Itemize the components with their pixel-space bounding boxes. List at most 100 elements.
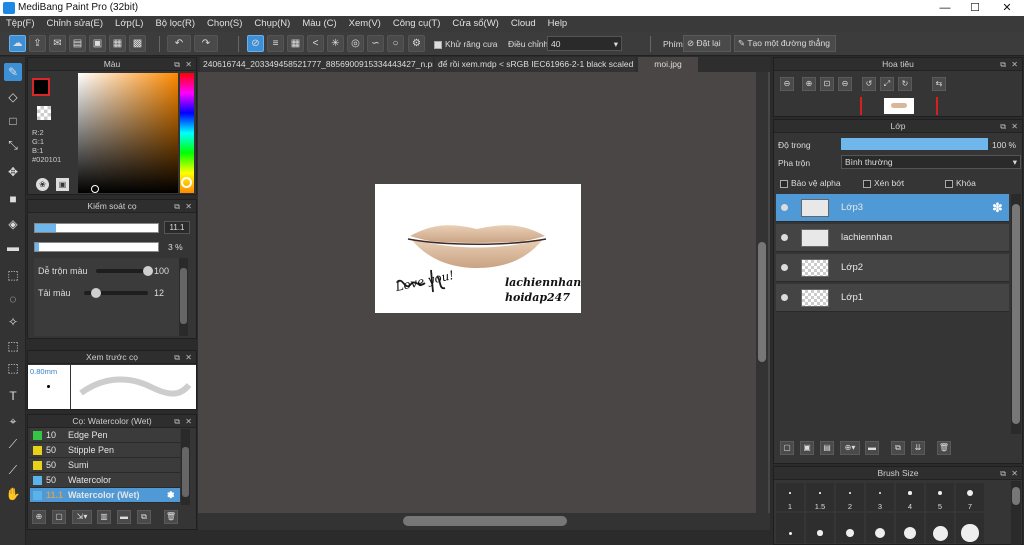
saturation-value-picker[interactable] [78, 73, 178, 193]
pages-icon[interactable]: ▦ [109, 35, 126, 52]
menu-filter[interactable]: Bộ lọc(R) [149, 16, 201, 32]
shape-tool-icon[interactable]: ■ [4, 190, 22, 208]
close-icon[interactable]: ✕ [1011, 58, 1018, 71]
scroll-thumb[interactable] [180, 268, 187, 324]
menu-layer[interactable]: Lớp(L) [109, 16, 149, 32]
protect-alpha-option[interactable]: Bảo vệ alpha [780, 178, 841, 188]
menu-select[interactable]: Chọn(S) [201, 16, 248, 32]
fill-tool-icon[interactable]: ◈ [4, 215, 22, 233]
rotate-right-icon[interactable]: ↻ [898, 77, 912, 91]
operation-tool-icon[interactable]: ⌖ [4, 412, 22, 430]
page-icon[interactable]: ▤ [69, 35, 86, 52]
brush-size-scrollbar[interactable] [1011, 481, 1021, 545]
menu-snap[interactable]: Chụp(N) [248, 16, 296, 32]
brush-size-cell[interactable]: 1 [776, 483, 804, 511]
scroll-thumb[interactable] [1012, 204, 1020, 424]
reset-button[interactable]: ⊘ Đặt lại [683, 35, 731, 52]
text-tool-icon[interactable]: T [4, 387, 22, 405]
straight-line-button[interactable]: ✎ Tạo một đường thẳng [734, 35, 836, 52]
visibility-icon[interactable] [781, 294, 788, 301]
scroll-thumb[interactable] [182, 447, 189, 497]
brush-size-cell[interactable]: 2 [836, 483, 864, 511]
brush-size-cell[interactable] [956, 513, 984, 543]
comment-icon[interactable]: ✉ [49, 35, 66, 52]
mix-slider[interactable] [96, 269, 148, 273]
undock-icon[interactable]: ⧉ [1000, 467, 1006, 480]
hue-slider[interactable] [180, 73, 194, 193]
add-layer-menu-icon[interactable]: ⊕▾ [840, 441, 860, 455]
clipping-checkbox[interactable] [863, 179, 871, 188]
close-icon[interactable]: ✕ [185, 58, 192, 71]
gear-icon[interactable]: ✽ [167, 488, 175, 503]
menu-tools[interactable]: Công cụ(T) [387, 16, 447, 32]
brush-tool-icon[interactable]: ✎ [4, 63, 22, 81]
magic-wand-icon[interactable]: ✧ [4, 313, 22, 331]
undo-icon[interactable]: ↶ [167, 35, 191, 52]
close-button[interactable]: ✕ [992, 0, 1022, 16]
layer-row[interactable]: Lớp1 [776, 284, 1009, 312]
import-brush-icon[interactable]: ⇲▾ [72, 510, 92, 524]
fullscreen-icon[interactable]: ⤢ [880, 77, 894, 91]
brush-size-cell[interactable] [896, 513, 924, 543]
eraser-tool-icon[interactable]: ◇ [4, 88, 22, 106]
gear-icon[interactable]: ✽ [992, 200, 1003, 216]
brush-item-sumi[interactable]: 50 Sumi [30, 458, 180, 473]
menu-edit[interactable]: Chỉnh sửa(E) [41, 16, 110, 32]
main-color-swatch[interactable] [32, 78, 50, 96]
menu-cloud[interactable]: Cloud [505, 16, 542, 32]
snap-perspective-icon[interactable]: < [307, 35, 324, 52]
folder-icon[interactable]: ▬ [117, 510, 131, 524]
select-eraser-icon[interactable]: ⬚ [4, 359, 22, 377]
brush-item-edge-pen[interactable]: 10 Edge Pen [30, 428, 180, 443]
zoom-in-icon[interactable]: ⊕ [802, 77, 816, 91]
undock-icon[interactable]: ⧉ [174, 58, 180, 71]
close-icon[interactable]: ✕ [185, 200, 192, 213]
tab-jpg[interactable]: moi.jpg [638, 57, 698, 72]
maximize-button[interactable]: ☐ [960, 0, 990, 16]
palette-icon[interactable]: ❀ [36, 178, 49, 191]
undock-icon[interactable]: ⧉ [174, 200, 180, 213]
visibility-icon[interactable] [781, 264, 788, 271]
brush-size-cell[interactable]: 3 [866, 483, 894, 511]
rotate-icon[interactable]: ↺ [862, 77, 876, 91]
snap-grid-icon[interactable]: ▦ [287, 35, 304, 52]
layer-row[interactable]: lachiennhan [776, 224, 1009, 252]
vertical-scrollbar[interactable] [756, 72, 768, 513]
redo-icon[interactable]: ↷ [194, 35, 218, 52]
layer-opacity-slider[interactable] [841, 138, 988, 150]
brush-item-watercolor[interactable]: 50 Watercolor [30, 473, 180, 488]
snap-curve-icon[interactable]: ∽ [367, 35, 384, 52]
menu-file[interactable]: Tệp(F) [0, 16, 41, 32]
brush-control-scrollbar[interactable] [179, 258, 188, 336]
grid-icon[interactable]: ▩ [129, 35, 146, 52]
cloud-icon[interactable]: ☁ [9, 35, 26, 52]
canvas[interactable]: Love you! lachiennhan hoidap247 [375, 184, 581, 313]
snap-parallel-icon[interactable]: ≡ [267, 35, 284, 52]
brush-opacity-slider[interactable] [34, 242, 159, 252]
new-layer-8bit-icon[interactable]: ▣ [800, 441, 814, 455]
add-brush-icon[interactable]: ⊕ [32, 510, 46, 524]
share-icon[interactable]: ⇪ [29, 35, 46, 52]
close-icon[interactable]: ✕ [185, 415, 192, 428]
folder-icon[interactable]: ▬ [865, 441, 879, 455]
tab-png[interactable]: 240616744_2033494585217​77_8856900915334… [200, 57, 433, 72]
snap-circle-icon[interactable]: ◎ [347, 35, 364, 52]
scroll-thumb[interactable] [758, 242, 766, 362]
select-tool-icon[interactable]: ⬚ [4, 266, 22, 284]
horizontal-scrollbar[interactable] [198, 513, 770, 530]
new-brush-icon[interactable]: ▢ [52, 510, 66, 524]
scroll-thumb[interactable] [1012, 487, 1020, 505]
color-picker-cursor[interactable] [91, 185, 99, 193]
brush-size-cell[interactable]: 1.5 [806, 483, 834, 511]
brush-size-value[interactable]: 11.1 [164, 221, 190, 234]
brush-size-cell[interactable] [776, 513, 804, 543]
brush-item-stipple-pen[interactable]: 50 Stipple Pen [30, 443, 180, 458]
brush-settings-icon[interactable]: ▥ [97, 510, 111, 524]
snap-off-icon[interactable]: ⊘ [247, 35, 264, 52]
divide-tool-icon[interactable]: ⟋ [4, 435, 22, 453]
trash-icon[interactable]: 🗑 [937, 441, 951, 455]
transparent-color-swatch[interactable] [37, 106, 51, 120]
brush-size-cell[interactable]: 5 [926, 483, 954, 511]
lock-option[interactable]: Khóa [945, 178, 976, 188]
menu-window[interactable]: Cửa sổ(W) [446, 16, 504, 32]
